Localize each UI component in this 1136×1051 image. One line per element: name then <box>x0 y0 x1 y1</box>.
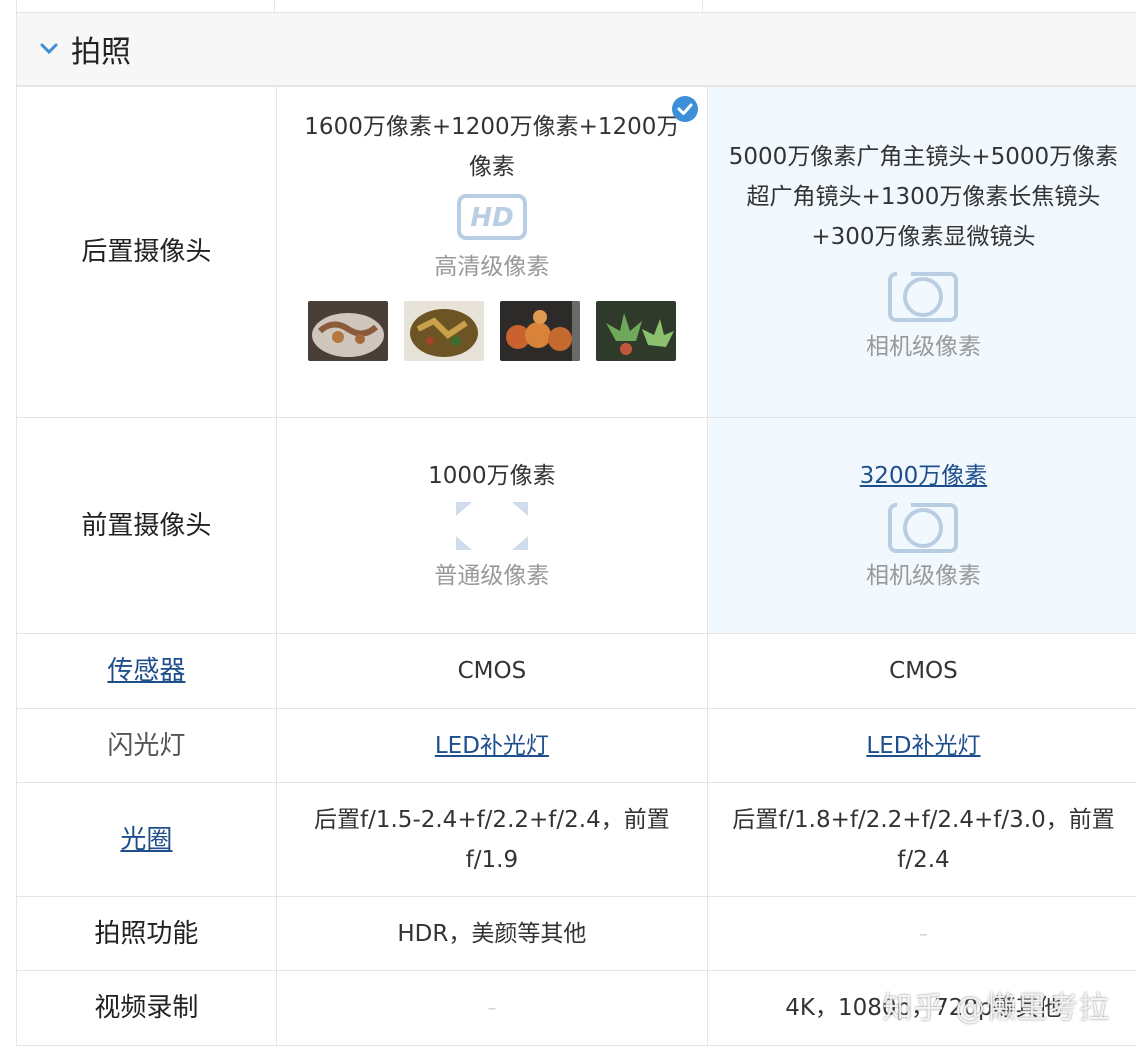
sensor-link[interactable]: 传感器 <box>107 656 185 686</box>
camera-lens-icon <box>888 502 959 553</box>
spec-text: 1000万像素 <box>428 462 556 489</box>
spec-comparison: 拍照 后置摄像头 1600万像素+1200万像素+1200万像素 HD 高清级像… <box>16 0 1136 1046</box>
pixel-tier-label: 相机级像素 <box>865 334 981 360</box>
spec-text: 1600万像素+1200万像素+1200万像素 <box>304 114 680 180</box>
pixel-tier-label: 高清级像素 <box>434 254 550 280</box>
empty-value: – <box>918 923 928 945</box>
spec-text: 5000万像素广角主镜头+5000万像素超广角镜头+1300万像素长焦镜头+30… <box>728 144 1119 250</box>
row-label: 后置摄像头 <box>16 86 277 418</box>
front-camera-spec-link[interactable]: 3200万像素 <box>860 463 988 489</box>
flash-link[interactable]: LED补光灯 <box>435 733 549 759</box>
section-header-camera[interactable]: 拍照 <box>16 12 1136 86</box>
table-row-rear-camera: 后置摄像头 1600万像素+1200万像素+1200万像素 HD 高清级像素 5… <box>16 86 1136 418</box>
empty-value: – <box>487 998 497 1019</box>
aperture-phone2: 后置f/1.8+f/2.2+f/2.4+f/3.0，前置f/2.4 <box>706 782 1136 897</box>
rear-camera-phone1: 1600万像素+1200万像素+1200万像素 HD 高清级像素 <box>275 86 708 418</box>
section-title: 拍照 <box>71 35 131 70</box>
pixel-tier-label: 普通级像素 <box>434 562 550 589</box>
front-camera-phone1: 1000万像素 普通级像素 <box>275 417 708 634</box>
sample-photo-food-1[interactable] <box>307 301 388 361</box>
flash-phone1: LED补光灯 <box>275 708 708 783</box>
rear-camera-phone2: 5000万像素广角主镜头+5000万像素超广角镜头+1300万像素长焦镜头+30… <box>706 86 1136 418</box>
flash-phone2: LED补光灯 <box>706 708 1136 783</box>
sample-photos <box>277 301 707 361</box>
spec-text: 后置f/1.8+f/2.2+f/2.4+f/3.0，前置f/2.4 <box>732 806 1115 873</box>
chevron-down-icon[interactable] <box>37 37 61 61</box>
aperture-link[interactable]: 光圈 <box>120 825 172 855</box>
previous-section-edge <box>16 0 1136 12</box>
sensor-phone1: CMOS <box>275 633 708 709</box>
table-row-front-camera: 前置摄像头 1000万像素 普通级像素 3200万像素 相机级像素 <box>16 417 1136 634</box>
hd-icon: HD <box>456 194 527 240</box>
table-row-flash: 闪光灯 LED补光灯 LED补光灯 <box>16 708 1136 783</box>
sample-photo-gourds[interactable] <box>499 301 580 361</box>
spec-text: 后置f/1.5-2.4+f/2.2+f/2.4，前置f/1.9 <box>314 806 670 873</box>
sensor-phone2: CMOS <box>706 633 1136 709</box>
table-row-sensor: 传感器 CMOS CMOS <box>16 633 1136 709</box>
sample-photo-food-2[interactable] <box>403 301 484 361</box>
table-row-aperture: 光圈 后置f/1.5-2.4+f/2.2+f/2.4，前置f/1.9 后置f/1… <box>16 782 1136 897</box>
pixel-tier-label: 相机级像素 <box>865 562 981 589</box>
row-label: 视频录制 <box>16 970 277 1046</box>
aperture-phone1: 后置f/1.5-2.4+f/2.2+f/2.4，前置f/1.9 <box>275 782 708 897</box>
table-row-photo-features: 拍照功能 HDR，美颜等其他 – <box>16 896 1136 971</box>
row-label: 传感器 <box>16 633 277 709</box>
check-badge-icon <box>671 96 698 122</box>
camera-lens-icon <box>888 272 959 322</box>
photo-features-phone2: – <box>706 896 1136 971</box>
row-label: 拍照功能 <box>16 896 277 971</box>
flash-link[interactable]: LED补光灯 <box>866 733 980 759</box>
camera-spec-table: 后置摄像头 1600万像素+1200万像素+1200万像素 HD 高清级像素 5… <box>16 86 1136 1046</box>
svg-text:HD: HD <box>470 203 513 233</box>
video-phone1: – <box>275 970 708 1046</box>
front-camera-phone2: 3200万像素 相机级像素 <box>706 417 1136 634</box>
row-label: 闪光灯 <box>16 708 277 783</box>
photo-features-phone1: HDR，美颜等其他 <box>275 896 708 971</box>
viewfinder-icon <box>455 501 528 550</box>
zhihu-watermark: 知乎 @懒里考拉 <box>882 991 1110 1026</box>
row-label: 光圈 <box>16 782 277 897</box>
row-label: 前置摄像头 <box>16 417 277 634</box>
sample-photo-succulents[interactable] <box>595 301 676 361</box>
